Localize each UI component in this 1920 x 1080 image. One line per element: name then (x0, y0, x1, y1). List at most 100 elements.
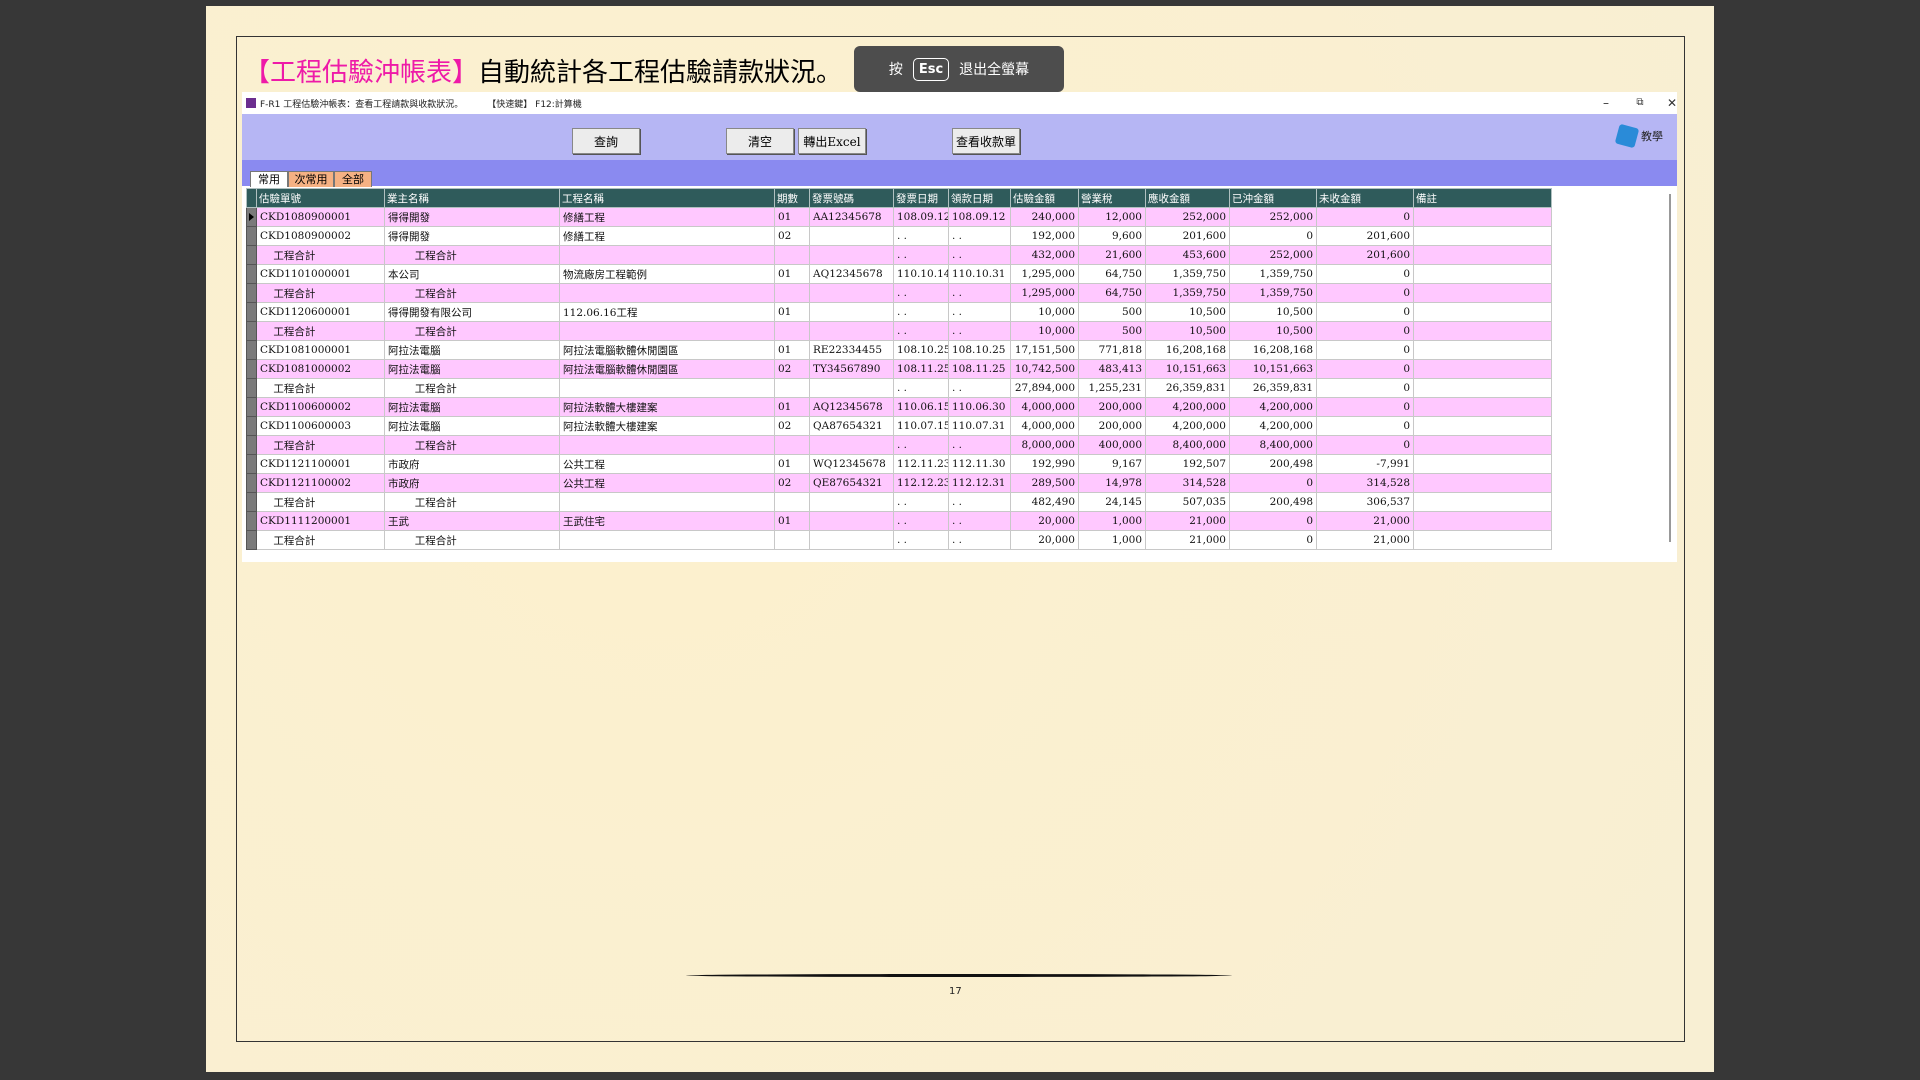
minimize-button[interactable]: – (1591, 94, 1621, 112)
help-tutorial-button[interactable]: 教學 (1614, 123, 1663, 149)
table-row[interactable]: 工程合計 工程合計. .. . 10,000 500 10,500 10,500 0 (246, 321, 1552, 341)
row-selector[interactable] (246, 492, 257, 512)
table-cell: . . (948, 511, 1011, 531)
table-cell: 17,151,500 (1010, 340, 1079, 360)
clear-button[interactable]: 清空 (726, 128, 794, 154)
row-selector[interactable] (246, 340, 257, 360)
table-row[interactable]: 工程合計 工程合計. .. . 8,000,000 400,000 8,400,000… (246, 435, 1552, 455)
column-header[interactable]: 估驗單號 (256, 188, 385, 208)
table-row[interactable]: CKD1080900002 得得開發 修繕工程 02. .. . 192,000 9,60… (246, 226, 1552, 246)
table-row[interactable]: CKD1120600001 得得開發有限公司 112.06.16工程 01 . .. .… (246, 302, 1552, 322)
table-row[interactable]: 工程合計 工程合計. .. . 432,000 21,600 453,600 252,0… (246, 245, 1552, 265)
table-cell: . . (948, 302, 1011, 322)
table-cell (809, 511, 894, 531)
query-button[interactable]: 查詢 (572, 128, 640, 154)
column-header[interactable]: 發票號碼 (809, 188, 894, 208)
table-cell: . . (948, 226, 1011, 246)
table-cell (1413, 302, 1552, 322)
table-cell: 阿拉法軟體大樓建案 (559, 416, 775, 436)
row-selector[interactable] (246, 359, 257, 379)
table-cell: 02 (774, 473, 810, 493)
row-selector[interactable] (246, 473, 257, 493)
table-cell: 阿拉法電腦軟體休閒園區 (559, 359, 775, 379)
table-cell: . . (893, 378, 949, 398)
column-header[interactable]: 未收金額 (1316, 188, 1414, 208)
column-header[interactable]: 應收金額 (1145, 188, 1230, 208)
export-excel-button[interactable]: 轉出Excel (798, 128, 866, 154)
row-selector[interactable] (246, 511, 257, 531)
row-selector[interactable] (246, 264, 257, 284)
table-row[interactable]: CKD1101000001 本公司 物流廠房工程範例 01 AQ12345678 110.… (246, 264, 1552, 284)
table-cell: 得得開發 (384, 207, 560, 227)
column-header[interactable]: 期數 (774, 188, 810, 208)
esc-exit-hint[interactable]: 按 Esc 退出全螢幕 (854, 46, 1064, 92)
row-selector[interactable] (246, 454, 257, 474)
table-cell: 王武 (384, 511, 560, 531)
tab-secondary[interactable]: 次常用 (288, 171, 334, 187)
tab-common[interactable]: 常用 (250, 171, 288, 187)
table-cell: 4,200,000 (1145, 397, 1230, 417)
row-selector[interactable] (246, 321, 257, 341)
footer-divider (686, 974, 1232, 977)
table-row[interactable]: 工程合計 工程合計. .. . 1,295,000 64,750 1,359,750 1… (246, 283, 1552, 303)
table-cell: 289,500 (1010, 473, 1079, 493)
table-cell: 314,528 (1316, 473, 1414, 493)
row-selector[interactable] (246, 416, 257, 436)
column-header[interactable]: 已沖金額 (1229, 188, 1317, 208)
table-row[interactable]: 工程合計 工程合計. .. . 27,894,000 1,255,231 26,359… (246, 378, 1552, 398)
row-selector[interactable] (246, 378, 257, 398)
toolbar: 查詢 清空 轉出Excel 查看收款單 教學 (242, 114, 1677, 160)
table-cell: CKD1081000001 (256, 340, 385, 360)
table-cell: 1,295,000 (1010, 283, 1079, 303)
table-cell: 192,507 (1145, 454, 1230, 474)
table-cell: CKD1120600001 (256, 302, 385, 322)
table-row[interactable]: CKD1111200001 王武 王武住宅 01. .. . 20,000 1,000 21… (246, 511, 1552, 531)
row-selector[interactable] (246, 397, 257, 417)
table-cell: 01 (774, 340, 810, 360)
row-selector[interactable] (246, 302, 257, 322)
table-cell: 4,200,000 (1145, 416, 1230, 436)
column-header[interactable]: 發票日期 (893, 188, 949, 208)
esc-key: Esc (912, 57, 950, 81)
table-cell: 108.10.25 (948, 340, 1011, 360)
column-header[interactable]: 工程名稱 (559, 188, 775, 208)
table-cell: 4,200,000 (1229, 397, 1317, 417)
table-cell: 14,978 (1078, 473, 1146, 493)
restore-button[interactable]: ⧉ (1625, 94, 1655, 112)
vertical-scrollbar[interactable] (1669, 194, 1671, 542)
row-selector[interactable] (246, 245, 257, 265)
table-row[interactable]: CKD1121100002 市政府 公共工程 02 QE87654321 112.12.2… (246, 473, 1552, 493)
table-row[interactable]: CKD1080900001 得得開發 修繕工程 01 AA12345678 108.09.… (246, 207, 1552, 227)
table-cell (774, 378, 810, 398)
table-cell: TY34567890 (809, 359, 894, 379)
column-header[interactable]: 業主名稱 (384, 188, 560, 208)
column-header[interactable]: 備註 (1413, 188, 1552, 208)
column-header[interactable]: 領款日期 (948, 188, 1011, 208)
table-cell: . . (948, 321, 1011, 341)
tab-all[interactable]: 全部 (334, 171, 372, 187)
table-row[interactable]: CKD1100600002 阿拉法電腦 阿拉法軟體大樓建案 01 AQ12345678 1… (246, 397, 1552, 417)
table-cell: 工程合計 (384, 283, 560, 303)
table-row[interactable]: 工程合計 工程合計. .. . 482,490 24,145 507,035 200,4… (246, 492, 1552, 512)
column-header[interactable]: 估驗金額 (1010, 188, 1079, 208)
table-cell: 10,000 (1010, 321, 1079, 341)
table-row[interactable]: CKD1081000001 阿拉法電腦 阿拉法電腦軟體休閒園區 01 RE2233445… (246, 340, 1552, 360)
row-selector[interactable] (246, 226, 257, 246)
row-selector[interactable] (246, 435, 257, 455)
column-header[interactable]: 營業稅 (1078, 188, 1146, 208)
row-selector[interactable] (246, 530, 257, 550)
table-row[interactable]: CKD1081000002 阿拉法電腦 阿拉法電腦軟體休閒園區 02 TY3456789… (246, 359, 1552, 379)
table-row[interactable]: 工程合計 工程合計. .. . 20,000 1,000 21,000 0 21,000 (246, 530, 1552, 550)
table-cell: . . (893, 226, 949, 246)
table-cell: 工程合計 (256, 492, 385, 512)
view-receipts-button[interactable]: 查看收款單 (952, 128, 1020, 154)
table-row[interactable]: CKD1100600003 阿拉法電腦 阿拉法軟體大樓建案 02 QA87654321 1… (246, 416, 1552, 436)
table-cell: 112.12.23 (893, 473, 949, 493)
close-button[interactable]: ✕ (1657, 94, 1687, 112)
row-selector-current[interactable] (246, 207, 257, 227)
selector-header (246, 188, 257, 208)
row-selector[interactable] (246, 283, 257, 303)
table-row[interactable]: CKD1121100001 市政府 公共工程 01 WQ12345678 112.11.2… (246, 454, 1552, 474)
esc-action-label: 退出全螢幕 (959, 62, 1030, 78)
table-cell: 市政府 (384, 454, 560, 474)
